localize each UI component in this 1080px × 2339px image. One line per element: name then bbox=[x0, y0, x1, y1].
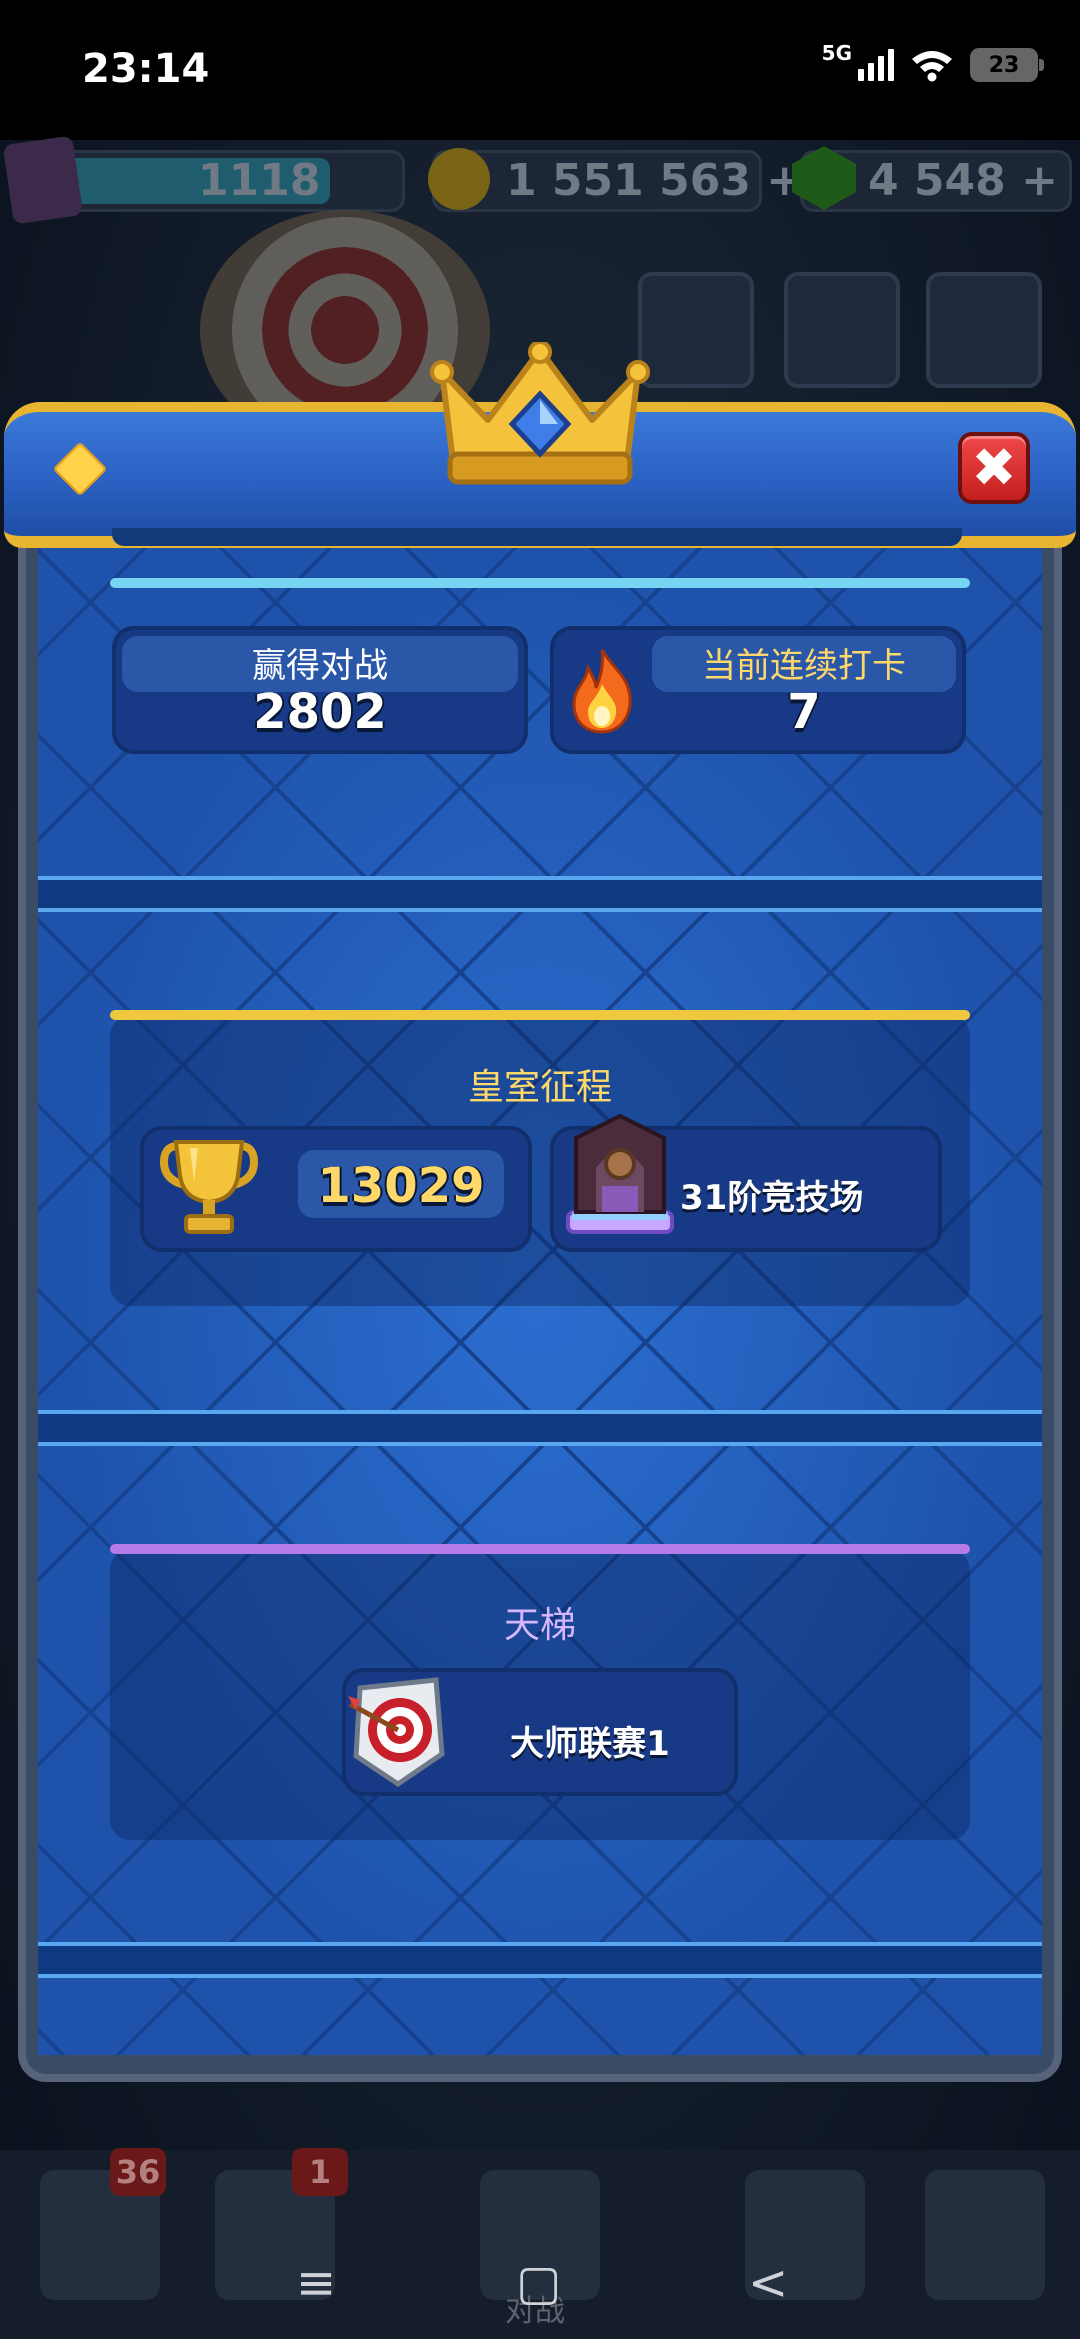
news-button[interactable] bbox=[784, 272, 900, 388]
royal-road-title: 皇室征程 bbox=[467, 1067, 612, 1108]
header-tab bbox=[112, 528, 962, 546]
royal-road-section-line bbox=[110, 1010, 970, 1020]
wins-label: 赢得对战 bbox=[252, 646, 388, 686]
flame-icon bbox=[572, 649, 632, 734]
target-badge-icon bbox=[348, 1677, 445, 1788]
ladder-title: 天梯 bbox=[503, 1605, 576, 1646]
arena-icon bbox=[566, 1113, 674, 1234]
section-divider bbox=[38, 1942, 1042, 1978]
section-divider bbox=[38, 876, 1042, 912]
streak-label: 当前连续打卡 bbox=[702, 646, 906, 686]
menu-button[interactable] bbox=[926, 272, 1042, 388]
exp-value: 1118 bbox=[198, 155, 321, 206]
arena-name: 31阶竞技场 bbox=[680, 1178, 864, 1218]
trophy-count: 13029 bbox=[317, 1158, 485, 1214]
ladder-section-line bbox=[110, 1544, 970, 1554]
section-divider bbox=[38, 1410, 1042, 1446]
close-button[interactable]: ✖ bbox=[958, 432, 1030, 504]
battery-indicator: 23 bbox=[970, 48, 1044, 82]
system-back-button[interactable]: < bbox=[748, 2255, 788, 2311]
battery-level: 23 bbox=[988, 52, 1020, 78]
system-recents-button[interactable]: ≡ bbox=[296, 2255, 336, 2311]
status-icons: 5G 23 bbox=[822, 41, 1044, 82]
wins-value: 2802 bbox=[253, 684, 387, 740]
league-name: 大师联赛1 bbox=[510, 1724, 670, 1764]
status-time: 23:14 bbox=[82, 46, 210, 92]
signal-icon bbox=[858, 49, 894, 81]
wifi-icon bbox=[912, 51, 952, 82]
gold-coin-icon bbox=[428, 148, 490, 210]
network-type-label: 5G bbox=[821, 41, 852, 65]
friends-button[interactable] bbox=[638, 272, 754, 388]
crown-icon bbox=[430, 342, 650, 485]
cards-badge: 36 bbox=[110, 2148, 166, 2196]
streak-value: 7 bbox=[787, 684, 821, 740]
cards-icon bbox=[2, 135, 84, 225]
gold-value: 1 551 563 + bbox=[506, 155, 804, 206]
system-home-button[interactable]: ▢ bbox=[516, 2255, 561, 2311]
close-icon: ✖ bbox=[971, 436, 1017, 499]
stats-section-line bbox=[110, 578, 970, 588]
deck-badge: 1 bbox=[292, 2148, 348, 2196]
trophy-icon bbox=[159, 1140, 259, 1234]
gem-value: 4 548 + bbox=[868, 155, 1058, 206]
nav-events-tab[interactable] bbox=[925, 2170, 1045, 2300]
